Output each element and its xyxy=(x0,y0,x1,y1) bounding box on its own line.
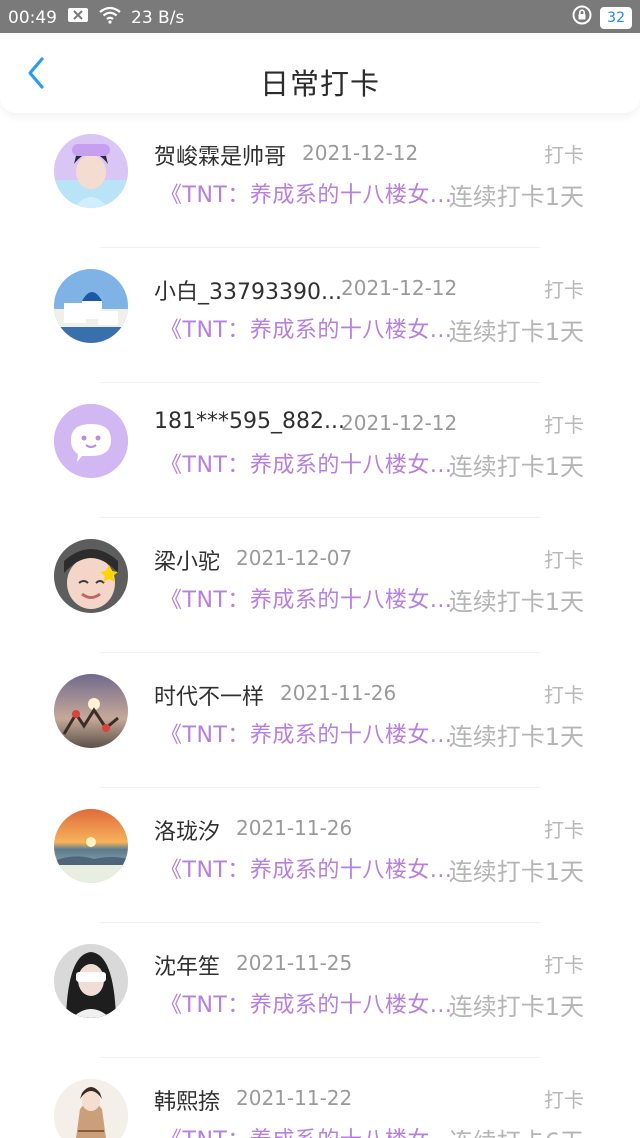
streak-count: 连续打卡6天 xyxy=(449,1122,584,1138)
book-title-link[interactable]: 《TNT：养成系的十八楼女... xyxy=(160,447,452,479)
list-item[interactable]: 贺峻霖是帅哥 2021-12-12 打卡 《TNT：养成系的十八楼女... 连续… xyxy=(0,113,640,248)
list-item[interactable]: 韩熙捺 2021-11-22 打卡 《TNT：养成系的十八楼女... 连续打卡6… xyxy=(0,1058,640,1138)
user-name: 贺峻霖是帅哥 xyxy=(154,145,287,170)
checkin-date: 2021-12-12 xyxy=(302,141,419,165)
user-name: 沈年笙 xyxy=(154,955,221,980)
page-title: 日常打卡 xyxy=(259,67,380,101)
avatar[interactable] xyxy=(54,269,128,343)
avatar[interactable] xyxy=(54,1079,128,1138)
checkin-date: 2021-12-12 xyxy=(341,276,458,300)
user-name: 梁小驼 xyxy=(154,550,221,575)
network-speed: 23 B/s xyxy=(131,7,185,28)
action-label: 打卡 xyxy=(544,278,584,302)
lock-rotation-icon xyxy=(572,5,592,30)
streak-count: 连续打卡1天 xyxy=(448,993,584,1021)
list-item[interactable]: 洛珑汐 2021-11-26 打卡 《TNT：养成系的十八楼女... 连续打卡1… xyxy=(0,788,640,923)
user-name: 韩熙捺 xyxy=(154,1090,221,1115)
streak-count: 连续打卡1天 xyxy=(448,858,584,886)
list-item[interactable]: 181***595_882... 2021-12-12 打卡 《TNT：养成系的… xyxy=(0,383,640,518)
user-name: 时代不一样 xyxy=(154,685,265,710)
action-label: 打卡 xyxy=(544,143,584,167)
checkin-date: 2021-11-25 xyxy=(236,951,353,975)
book-title-link[interactable]: 《TNT：养成系的十八楼女... xyxy=(160,582,452,614)
avatar[interactable] xyxy=(54,404,128,478)
checkin-list[interactable]: 贺峻霖是帅哥 2021-12-12 打卡 《TNT：养成系的十八楼女... 连续… xyxy=(0,113,640,1138)
avatar[interactable] xyxy=(54,809,128,883)
clock: 00:49 xyxy=(8,7,57,28)
chat-bubble-icon xyxy=(54,404,128,478)
streak-count: 连续打卡1天 xyxy=(448,318,584,346)
checkin-date: 2021-11-26 xyxy=(280,681,397,705)
book-title-link[interactable]: 《TNT：养成系的十八楼女... xyxy=(160,312,452,344)
action-label: 打卡 xyxy=(544,818,584,842)
streak-count: 连续打卡1天 xyxy=(448,723,584,751)
action-label: 打卡 xyxy=(544,683,584,707)
wifi-icon xyxy=(99,6,121,29)
book-title-link[interactable]: 《TNT：养成系的十八楼女... xyxy=(160,987,452,1019)
status-bar: 00:49 23 B/s 32 xyxy=(0,0,640,33)
list-item[interactable]: 小白_33793390... 2021-12-12 打卡 《TNT：养成系的十八… xyxy=(0,248,640,383)
action-label: 打卡 xyxy=(544,1088,584,1112)
list-item[interactable]: 沈年笙 2021-11-25 打卡 《TNT：养成系的十八楼女... 连续打卡1… xyxy=(0,923,640,1058)
book-title-link[interactable]: 《TNT：养成系的十八楼女... xyxy=(160,177,452,209)
action-label: 打卡 xyxy=(544,413,584,437)
user-name: 洛珑汐 xyxy=(154,820,221,845)
battery-icon: 32 xyxy=(600,6,632,29)
avatar[interactable] xyxy=(54,674,128,748)
book-title-link[interactable]: 《TNT：养成系的十八楼女... xyxy=(160,852,452,884)
avatar[interactable] xyxy=(54,539,128,613)
checkin-date: 2021-12-07 xyxy=(236,546,353,570)
book-title-link[interactable]: 《TNT：养成系的十八楼女... xyxy=(160,717,452,749)
avatar[interactable] xyxy=(54,134,128,208)
notification-off-icon xyxy=(67,7,89,28)
action-label: 打卡 xyxy=(544,548,584,572)
checkin-date: 2021-12-12 xyxy=(341,411,458,435)
navigation-bar: 日常打卡 xyxy=(0,33,640,113)
checkin-date: 2021-11-22 xyxy=(236,1086,353,1110)
streak-count: 连续打卡1天 xyxy=(448,453,584,481)
action-label: 打卡 xyxy=(544,953,584,977)
checkin-date: 2021-11-26 xyxy=(236,816,353,840)
list-item[interactable]: 梁小驼 2021-12-07 打卡 《TNT：养成系的十八楼女... 连续打卡1… xyxy=(0,518,640,653)
book-title-link[interactable]: 《TNT：养成系的十八楼女... xyxy=(160,1122,452,1138)
streak-count: 连续打卡1天 xyxy=(448,183,584,211)
user-name: 181***595_882... xyxy=(154,409,345,434)
user-name: 小白_33793390... xyxy=(154,280,342,305)
streak-count: 连续打卡1天 xyxy=(448,588,584,616)
avatar[interactable] xyxy=(54,944,128,1018)
list-item[interactable]: 时代不一样 2021-11-26 打卡 《TNT：养成系的十八楼女... 连续打… xyxy=(0,653,640,788)
